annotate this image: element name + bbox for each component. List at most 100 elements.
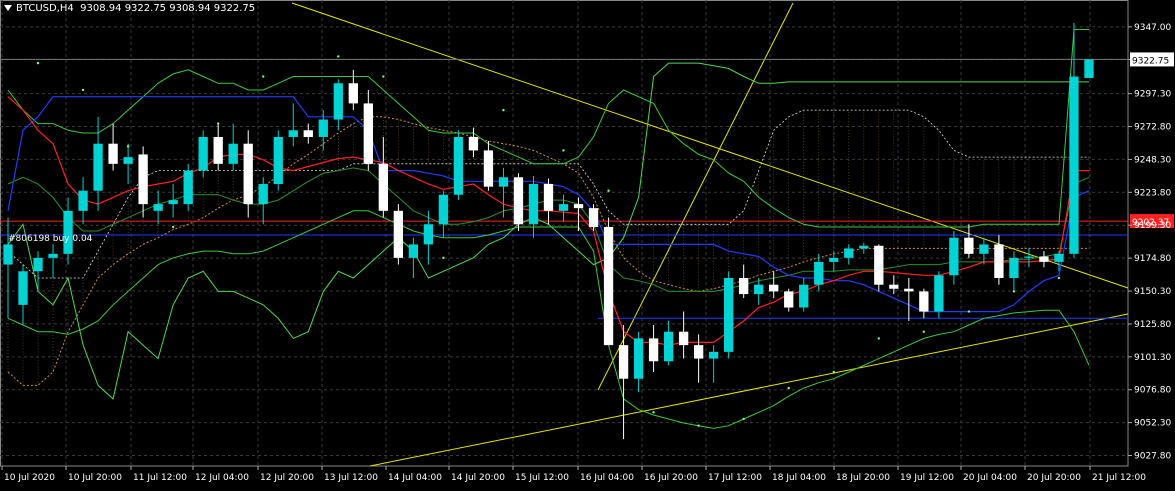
candle-body: [318, 119, 328, 137]
y-tick-label: 9223.80: [1134, 188, 1171, 198]
candle-body: [438, 194, 449, 225]
candle-body: [964, 237, 974, 254]
x-tick-label: 10 Jul 2020: [4, 473, 55, 483]
sar-dot: [36, 61, 40, 65]
candle-body: [228, 143, 238, 164]
x-tick-label: 18 Jul 04:00: [772, 473, 826, 483]
parabolic-sar: [36, 55, 1061, 427]
candle-body: [829, 257, 839, 262]
trend-line-steep: [597, 2, 794, 391]
candle-body: [799, 284, 809, 308]
candle-body: [393, 210, 404, 258]
y-tick-label: 9150.30: [1134, 287, 1171, 297]
open-order-label[interactable]: #806198 buy 0.04: [8, 234, 92, 244]
y-tick-label: 9027.80: [1134, 452, 1171, 462]
candle-body: [468, 136, 479, 151]
candle-body: [78, 190, 88, 211]
candle-body: [48, 253, 58, 258]
candle-body: [198, 136, 208, 171]
candle-body: [243, 143, 253, 205]
candle-body: [453, 136, 464, 195]
candle-body: [708, 351, 719, 359]
candle-body: [168, 200, 178, 205]
plot-frame: [0, 0, 1129, 467]
candle-body: [754, 284, 764, 295]
candle-body: [288, 130, 298, 137]
candle-body: [859, 245, 869, 249]
y-tick-label: 9272.80: [1134, 123, 1171, 133]
candle-body: [633, 338, 644, 379]
candle-body: [678, 331, 689, 346]
sar-dot: [967, 310, 971, 313]
y-tick-label: 9125.80: [1134, 320, 1171, 330]
chart-header: BTCUSD,H4 9308.94 9322.75 9308.94 9322.7…: [4, 3, 255, 14]
candle-body: [934, 275, 944, 312]
sar-dot: [81, 88, 85, 92]
candlestick-chart[interactable]: 9202.37 9347.00 9322.75 9297.30 9272.80 9248…: [0, 0, 1175, 487]
y-tick-label: 9248.30: [1134, 155, 1171, 165]
candle-body: [724, 277, 734, 352]
horizontal-levels: 9202.37: [0, 58, 1174, 319]
y-tick-label: 9199.30: [1134, 221, 1171, 231]
candle-body: [648, 338, 659, 362]
candle-body: [183, 170, 193, 205]
candle-body: [784, 291, 794, 308]
trend-lines: [291, 2, 1129, 467]
sar-dot: [126, 145, 130, 148]
sar-dot: [832, 370, 835, 374]
y-tick-label: 9076.80: [1134, 386, 1171, 396]
sar-dot: [216, 122, 220, 125]
last-price-label: 9322.75: [1132, 56, 1169, 66]
sar-dot: [1012, 290, 1016, 293]
sar-dot: [382, 75, 385, 78]
candle-body: [904, 288, 914, 292]
x-tick-label: 14 Jul 20:00: [451, 473, 505, 483]
candle-body: [543, 183, 554, 211]
symbol-label: BTCUSD,H4: [16, 3, 74, 14]
x-tick-label: 21 Jul 12:00: [1092, 473, 1146, 483]
candle-body: [889, 284, 899, 289]
candle-body: [363, 103, 373, 164]
x-tick-label: 14 Jul 04:00: [388, 473, 442, 483]
chevron-down-icon[interactable]: [4, 5, 12, 11]
candle-body: [3, 244, 13, 265]
candles: [3, 22, 1094, 440]
ichimoku-span-a: [7, 116, 1089, 386]
candle-body: [1009, 257, 1019, 278]
candle-body: [333, 83, 343, 120]
sar-dot: [787, 386, 790, 390]
sar-dot: [562, 149, 565, 152]
sar-dot: [171, 225, 175, 229]
candle-body: [378, 163, 388, 211]
candle-body: [949, 237, 959, 276]
chart-area[interactable]: 9202.37 9347.00 9322.75 9297.30 9272.80 9248…: [0, 0, 1175, 487]
x-tick-label: 19 Jul 12:00: [900, 473, 954, 483]
y-tick-label: 9347.00: [1134, 23, 1171, 33]
candle-body: [874, 245, 884, 285]
sar-dot: [337, 55, 340, 58]
candle-body: [558, 204, 569, 211]
ohlc-readout: 9308.94 9322.75 9308.94 9322.75: [80, 3, 256, 14]
x-tick-label: 12 Jul 20:00: [260, 473, 314, 483]
y-tick-label: 9297.30: [1134, 90, 1171, 100]
candle-body: [33, 257, 43, 272]
candle-body: [739, 277, 749, 295]
candle-body: [63, 210, 73, 254]
candle-body: [123, 157, 133, 164]
sar-dot: [652, 411, 655, 414]
candle-body: [138, 154, 148, 205]
candle-body: [483, 150, 494, 187]
candle-body: [348, 83, 358, 104]
y-tick-label: 9052.30: [1134, 419, 1171, 429]
candle-body: [513, 177, 524, 225]
x-tick-label: 20 Jul 20:00: [1027, 473, 1081, 483]
candle-body: [273, 136, 283, 184]
x-tick-label: 13 Jul 12:00: [324, 473, 378, 483]
candle-body: [814, 261, 824, 285]
x-tick-label: 16 Jul 20:00: [644, 473, 698, 483]
candle-body: [1024, 256, 1034, 258]
candle-body: [258, 183, 268, 205]
x-tick-label: 20 Jul 04:00: [963, 473, 1017, 483]
candle-body: [573, 204, 584, 209]
sar-dot: [607, 189, 610, 192]
